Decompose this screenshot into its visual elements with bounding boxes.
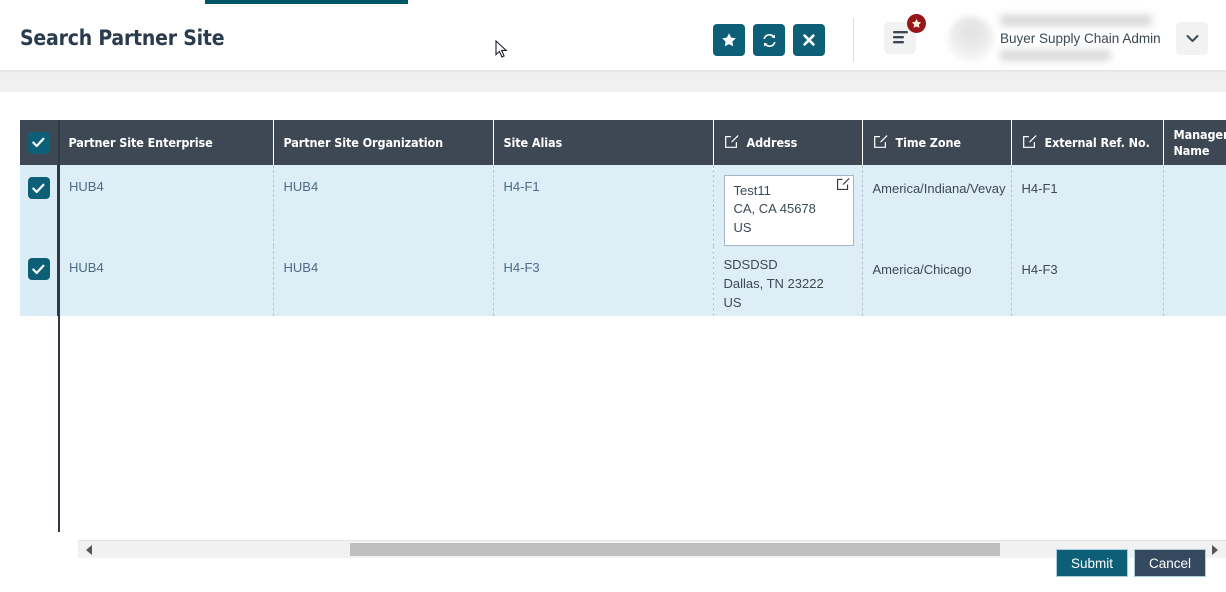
partner-site-results-grid: Partner Site Enterprise Partner Site Org… — [20, 120, 1226, 558]
frozen-column-divider — [58, 120, 60, 532]
cell-partner-site-enterprise[interactable]: HUB4 — [58, 246, 274, 317]
header-divider — [853, 18, 854, 62]
page-header: Search Partner Site Buyer Supply Chain A… — [0, 4, 1226, 70]
column-header-site-alias[interactable]: Site Alias — [493, 120, 714, 165]
row-checkbox[interactable] — [27, 258, 50, 281]
address-line-3: US — [733, 219, 752, 235]
select-all-checkbox[interactable] — [27, 131, 50, 154]
cell-manager-name[interactable] — [1163, 246, 1226, 317]
column-header-label: Time Zone — [895, 135, 962, 150]
chevron-down-icon — [1186, 31, 1199, 46]
cell-address[interactable]: SDSDSD Dallas, TN 23222 US — [713, 246, 863, 317]
header-content-separator — [0, 70, 1226, 92]
row-select-cell[interactable] — [20, 165, 59, 247]
cell-time-zone[interactable]: America/Chicago — [862, 246, 1012, 317]
notifications-menu[interactable] — [884, 14, 926, 56]
content-panel: Partner Site Enterprise Partner Site Org… — [0, 92, 1226, 592]
table-row[interactable]: HUB4 HUB4 H4-F3 SDSDSD Dallas, TN 23222 … — [20, 246, 1226, 317]
cell-external-ref-no[interactable]: H4-F1 — [1011, 165, 1164, 247]
row-checkbox[interactable] — [27, 177, 50, 199]
column-header-address[interactable]: Address — [713, 120, 863, 165]
address-line-1: Test11 — [733, 183, 771, 198]
column-header-external-ref-no[interactable]: External Ref. No. — [1011, 120, 1164, 165]
user-info: Buyer Supply Chain Admin — [1000, 12, 1170, 66]
table-row[interactable]: HUB4 HUB4 H4-F1 Test11 CA, CA 45678 US A… — [20, 165, 1226, 247]
column-header-label: Manager Name — [1173, 126, 1226, 158]
grid-scroll-viewport: Partner Site Enterprise Partner Site Org… — [20, 120, 1226, 532]
column-header-manager-name[interactable]: Manager Name — [1163, 120, 1226, 165]
address-edit-box[interactable]: Test11 CA, CA 45678 US — [723, 175, 854, 247]
address-line-2: CA, CA 45678 — [733, 201, 816, 217]
cell-site-alias[interactable]: H4-F1 — [493, 165, 714, 247]
star-badge-icon — [907, 14, 926, 33]
table-header-row: Partner Site Enterprise Partner Site Org… — [20, 120, 1226, 165]
submit-button[interactable]: Submit — [1055, 549, 1128, 577]
cell-partner-site-enterprise[interactable]: HUB4 — [58, 165, 274, 247]
edit-pencil-icon — [724, 134, 739, 152]
favorite-button[interactable] — [713, 24, 745, 56]
address-text: SDSDSD Dallas, TN 23222 US — [724, 255, 824, 310]
cell-manager-name[interactable] — [1163, 165, 1226, 247]
grid-horizontal-scrollbar[interactable] — [78, 540, 1226, 558]
select-all-header[interactable] — [20, 120, 59, 165]
cancel-button[interactable]: Cancel — [1133, 549, 1206, 577]
user-name-redacted — [1000, 15, 1152, 26]
column-header-label: External Ref. No. — [1044, 135, 1150, 150]
page-title: Search Partner Site — [20, 26, 225, 50]
column-header-label: Partner Site Enterprise — [68, 135, 213, 150]
refresh-icon — [761, 32, 778, 49]
results-table: Partner Site Enterprise Partner Site Org… — [20, 120, 1226, 317]
cell-site-alias[interactable]: H4-F3 — [493, 246, 714, 317]
cell-external-ref-no[interactable]: H4-F3 — [1011, 246, 1164, 317]
edit-pencil-icon — [873, 134, 888, 152]
column-header-label: Address — [746, 135, 798, 150]
column-header-partner-site-enterprise[interactable]: Partner Site Enterprise — [58, 120, 274, 165]
address-edit-pencil-icon[interactable] — [836, 177, 850, 191]
scroll-right-arrow-icon[interactable] — [1206, 541, 1223, 558]
close-icon — [802, 33, 816, 47]
column-header-time-zone[interactable]: Time Zone — [862, 120, 1012, 165]
grid-scrollbar-thumb[interactable] — [350, 543, 1000, 556]
address-line-3: US — [723, 295, 742, 311]
star-icon — [721, 32, 737, 48]
header-action-buttons — [713, 24, 825, 56]
close-button[interactable] — [793, 24, 825, 56]
address-line-1: SDSDSD — [723, 257, 778, 273]
user-avatar — [948, 16, 994, 62]
user-menu-button[interactable] — [1176, 22, 1208, 55]
user-id-redacted — [1000, 50, 1110, 61]
scroll-left-arrow-icon[interactable] — [81, 541, 98, 558]
edit-pencil-icon — [1022, 134, 1037, 152]
cell-address[interactable]: Test11 CA, CA 45678 US — [713, 165, 863, 247]
cell-partner-site-organization[interactable]: HUB4 — [273, 246, 494, 317]
column-header-label: Partner Site Organization — [283, 135, 444, 150]
cell-time-zone[interactable]: America/Indiana/Vevay — [862, 165, 1012, 247]
form-action-bar: Submit Cancel — [1055, 549, 1206, 577]
hamburger-menu-icon — [892, 30, 909, 47]
refresh-button[interactable] — [753, 24, 785, 56]
user-role-label: Buyer Supply Chain Admin — [1000, 31, 1161, 46]
address-line-2: Dallas, TN 23222 — [723, 276, 824, 292]
row-select-cell[interactable] — [20, 246, 59, 317]
column-header-partner-site-organization[interactable]: Partner Site Organization — [273, 120, 494, 165]
column-header-label: Site Alias — [503, 135, 563, 150]
cell-partner-site-organization[interactable]: HUB4 — [273, 165, 494, 247]
